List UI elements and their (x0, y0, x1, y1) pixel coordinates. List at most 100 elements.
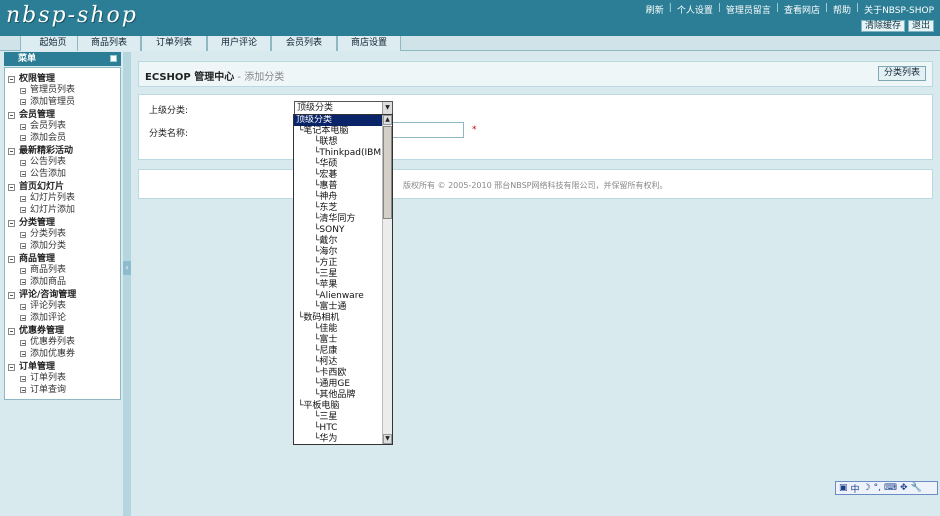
dropdown-option[interactable]: └HTC (294, 423, 383, 434)
collapse-box-icon[interactable] (8, 111, 15, 119)
sidebar-menu-item[interactable]: 公告添加 (8, 169, 120, 181)
collapse-box-icon[interactable] (8, 291, 15, 299)
chevron-down-icon[interactable]: ▼ (382, 102, 392, 114)
dropdown-option[interactable]: └苹果 (294, 280, 383, 291)
scroll-thumb[interactable] (383, 126, 392, 219)
menu-group-title[interactable]: 权限管理 (8, 73, 120, 85)
sidebar-menu-item[interactable]: 添加分类 (8, 241, 120, 253)
dropdown-option[interactable]: └宏碁 (294, 170, 383, 181)
ime-logo-icon[interactable]: ▣ (839, 483, 848, 493)
sidebar-menu-item[interactable]: 管理员列表 (8, 85, 120, 97)
sidebar-menu-item[interactable]: 评论列表 (8, 301, 120, 313)
dropdown-option[interactable]: └卡西欧 (294, 368, 383, 379)
ime-moon-icon[interactable]: ☽ (863, 483, 871, 493)
ime-chinese-icon[interactable]: 中 (851, 482, 860, 495)
sidebar-menu-item[interactable]: 添加商品 (8, 277, 120, 289)
option-label: 笔记本电脑 (303, 126, 349, 136)
dropdown-scrollbar[interactable]: ▲ ▼ (382, 115, 392, 444)
sidebar-menu-item[interactable]: 公告列表 (8, 157, 120, 169)
menu-group-title[interactable]: 评论/咨询管理 (8, 289, 120, 301)
dropdown-option[interactable]: └Alienware (294, 291, 383, 302)
sidebar-menu-item[interactable]: 订单查询 (8, 385, 120, 397)
dropdown-option[interactable]: └笔记本电脑 (294, 126, 383, 137)
top-link[interactable]: 帮助 (833, 3, 851, 16)
scroll-up-arrow-icon[interactable]: ▲ (383, 115, 392, 125)
sidebar-menu-item[interactable]: 会员列表 (8, 121, 120, 133)
sidebar-menu-item[interactable]: 商品列表 (8, 265, 120, 277)
ime-keyboard-icon[interactable]: ⌨ (884, 483, 897, 493)
sidebar-menu-item[interactable]: 添加优惠券 (8, 349, 120, 361)
dropdown-option[interactable]: └SONY (294, 225, 383, 236)
dropdown-option[interactable]: └华硕 (294, 159, 383, 170)
tab-user-comments[interactable]: 用户评论 (207, 36, 271, 51)
sidebar-item-label: 添加分类 (30, 240, 67, 251)
scroll-down-arrow-icon[interactable]: ▼ (383, 434, 392, 444)
sidebar-menu-item[interactable]: 分类列表 (8, 229, 120, 241)
tab-order-list[interactable]: 订单列表 (141, 36, 207, 51)
dropdown-option[interactable]: └佳能 (294, 324, 383, 335)
parent-category-select[interactable]: 顶级分类 ▼ (294, 101, 393, 115)
site-logo[interactable]: nbsp-shop (6, 3, 138, 28)
logout-button[interactable]: 退出 (907, 20, 934, 32)
dropdown-option[interactable]: └Thinkpad(IBM) (294, 148, 385, 159)
dropdown-option[interactable]: └尼康 (294, 346, 383, 357)
menu-group-title[interactable]: 首页幻灯片 (8, 181, 120, 193)
top-link[interactable]: 个人设置 (677, 3, 713, 16)
dropdown-option[interactable]: └三星 (294, 269, 383, 280)
dropdown-option[interactable]: └富士通 (294, 302, 383, 313)
sidebar-menu-item[interactable]: 添加评论 (8, 313, 120, 325)
top-link[interactable]: 关于NBSP-SHOP (864, 3, 934, 16)
dropdown-option[interactable]: └柯达 (294, 357, 383, 368)
collapse-box-icon[interactable] (8, 327, 15, 335)
collapse-sidebar-icon[interactable]: ‹ (123, 261, 131, 275)
top-link[interactable]: 管理员留言 (726, 3, 771, 16)
sidebar-menu-item[interactable]: 幻灯片添加 (8, 205, 120, 217)
clear-cache-button[interactable]: 清除缓存 (860, 20, 905, 32)
menu-group-title[interactable]: 最新精彩活动 (8, 145, 120, 157)
menu-group-title[interactable]: 商品管理 (8, 253, 120, 265)
dropdown-option[interactable]: └联想 (294, 137, 383, 148)
dropdown-option[interactable]: └数码相机 (294, 313, 383, 324)
dropdown-option[interactable]: └三星 (294, 412, 383, 423)
menu-group-title[interactable]: 订单管理 (8, 361, 120, 373)
dropdown-option[interactable]: └平板电脑 (294, 401, 383, 412)
collapse-box-icon[interactable] (8, 363, 15, 371)
dropdown-option[interactable]: └戴尔 (294, 236, 383, 247)
tab-goods-list[interactable]: 商品列表 (77, 36, 141, 51)
menu-group-title[interactable]: 优惠券管理 (8, 325, 120, 337)
top-link[interactable]: 查看网店 (784, 3, 820, 16)
sidebar-menu-item[interactable]: 添加管理员 (8, 97, 120, 109)
collapse-box-icon[interactable] (8, 147, 15, 155)
dropdown-option[interactable]: └方正 (294, 258, 383, 269)
category-list-button[interactable]: 分类列表 (877, 66, 926, 81)
menu-group-title[interactable]: 分类管理 (8, 217, 120, 229)
dropdown-option[interactable]: └其他品牌 (294, 390, 383, 401)
parent-category-dropdown[interactable]: 顶级分类 └笔记本电脑 └联想 └Thinkpad(IBM) └华硕 └宏碁 └惠普 └神舟 └… (293, 114, 393, 445)
sidebar-menu-item[interactable]: 幻灯片列表 (8, 193, 120, 205)
top-link[interactable]: 刷新 (646, 3, 664, 16)
ime-settings-icon[interactable]: 🔧 (911, 483, 922, 493)
dropdown-option[interactable]: └富士 (294, 335, 383, 346)
ime-tools-icon[interactable]: ✥ (900, 483, 908, 493)
dropdown-option[interactable]: └惠普 (294, 181, 383, 192)
ime-punctuation-icon[interactable]: °, (874, 483, 881, 493)
collapse-box-icon[interactable] (8, 75, 15, 83)
dropdown-option[interactable]: └通用GE (294, 379, 383, 390)
page-icon (20, 315, 26, 322)
menu-group-title[interactable]: 会员管理 (8, 109, 120, 121)
collapse-box-icon[interactable] (8, 183, 15, 191)
collapse-box-icon[interactable] (8, 219, 15, 227)
sidebar-menu-item[interactable]: 订单列表 (8, 373, 120, 385)
collapse-box-icon[interactable] (8, 255, 15, 263)
dropdown-option[interactable]: └海尔 (294, 247, 383, 258)
dropdown-option[interactable]: └华为 (294, 434, 383, 444)
dropdown-option[interactable]: └东芝 (294, 203, 383, 214)
dropdown-option[interactable]: └神舟 (294, 192, 383, 203)
sidebar-menu-item[interactable]: 添加会员 (8, 133, 120, 145)
sidebar-menu-item[interactable]: 优惠券列表 (8, 337, 120, 349)
tab-member-list[interactable]: 会员列表 (271, 36, 337, 51)
menu-toggle-icon[interactable] (110, 55, 117, 62)
tab-shop-settings[interactable]: 商店设置 (337, 36, 401, 51)
dropdown-option[interactable]: 顶级分类 (294, 115, 383, 126)
dropdown-option[interactable]: └清华同方 (294, 214, 383, 225)
